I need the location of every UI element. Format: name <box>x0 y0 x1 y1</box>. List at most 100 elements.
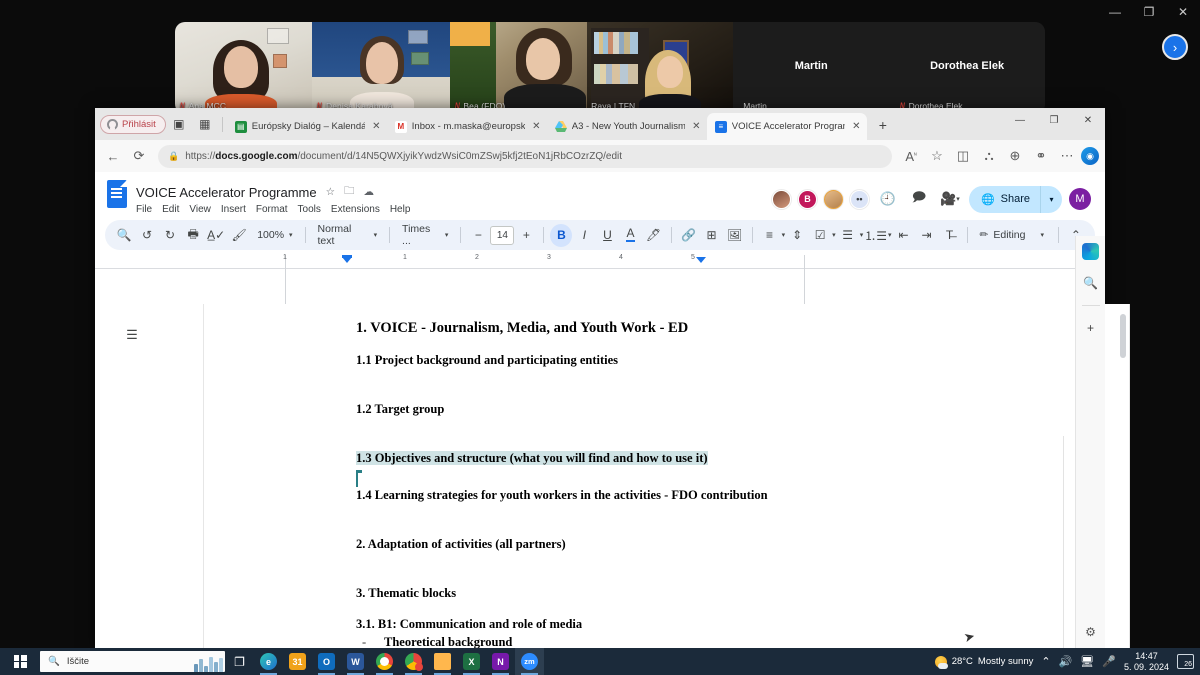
browser-tab[interactable]: M Inbox - m.maska@europskydialog ✕ <box>387 113 547 140</box>
tab-close-icon[interactable]: ✕ <box>370 121 383 132</box>
menu-format[interactable]: Format <box>256 204 288 215</box>
search-input[interactable]: 🔍 Iščite <box>40 651 225 672</box>
menu-insert[interactable]: Insert <box>221 204 246 215</box>
menu-tools[interactable]: Tools <box>298 204 321 215</box>
tab-copilot-icon[interactable]: ▣ <box>166 111 192 137</box>
align-left-icon[interactable]: ≡ <box>759 224 781 247</box>
task-view-icon[interactable]: ❐ <box>225 648 254 675</box>
zoom-close-button[interactable]: ✕ <box>1166 0 1200 24</box>
redo-icon[interactable]: ↻ <box>159 224 181 247</box>
search-icon[interactable]: 🔍 <box>113 224 135 247</box>
insert-image-icon[interactable]: 🖼 <box>724 224 746 247</box>
favorite-star-icon[interactable]: ☆ <box>925 144 949 168</box>
browser-tab[interactable]: A3 - New Youth Journalism Accele ✕ <box>547 113 707 140</box>
decrease-indent-icon[interactable]: ⇤ <box>893 224 915 247</box>
read-aloud-icon[interactable]: Aᴺ <box>899 144 923 168</box>
settings-gear-icon[interactable]: ⚙ <box>1085 625 1096 639</box>
collections-icon[interactable]: ⛬ <box>977 144 1001 168</box>
browser-close-button[interactable]: ✕ <box>1071 108 1105 132</box>
editing-mode-dropdown[interactable]: ✏ Editing <box>974 224 1032 247</box>
menu-file[interactable]: File <box>136 204 152 215</box>
checklist-icon[interactable]: ☑ <box>809 224 831 247</box>
address-bar[interactable]: 🔒 https://docs.google.com/document/d/14N… <box>158 144 892 168</box>
chrome-taskbar-icon[interactable] <box>370 648 399 675</box>
undo-icon[interactable]: ↺ <box>136 224 158 247</box>
tab-close-icon[interactable]: ✕ <box>530 121 543 132</box>
participant-tile[interactable]: N Denisa Karabová <box>312 22 450 114</box>
meet-camera-icon[interactable]: 🎥 ▾ <box>938 187 962 211</box>
weather-widget[interactable]: 28°C Mostly sunny <box>934 655 1033 669</box>
notification-center-icon[interactable]: 26 <box>1177 654 1194 669</box>
browser-maximize-button[interactable]: ❐ <box>1037 108 1071 132</box>
excel-taskbar-icon[interactable]: X <box>457 648 486 675</box>
participant-tile-active-speaker[interactable]: Raya | TFN <box>587 22 734 114</box>
filmstrip-next-button[interactable]: › <box>1162 34 1188 60</box>
text-color-button[interactable]: A <box>619 224 641 247</box>
tab-actions-icon[interactable]: ▦ <box>192 111 218 137</box>
browser-essentials-icon[interactable]: ⊕ <box>1003 144 1027 168</box>
extensions-icon[interactable]: ⚭ <box>1029 144 1053 168</box>
file-explorer-taskbar-icon[interactable] <box>428 648 457 675</box>
font-family-dropdown[interactable]: Times ... ▾ <box>396 223 454 247</box>
reload-button[interactable]: ⟳ <box>127 144 151 168</box>
menu-edit[interactable]: Edit <box>162 204 179 215</box>
account-avatar[interactable]: M <box>1069 188 1091 210</box>
calendar-taskbar-icon[interactable]: 31 <box>283 648 312 675</box>
share-button[interactable]: 🌐 Share <box>968 185 1040 213</box>
star-icon[interactable]: ☆ <box>326 186 335 198</box>
add-comment-icon[interactable]: ⊞ <box>701 224 723 247</box>
zoom-minimize-button[interactable]: — <box>1098 0 1132 24</box>
browser-tab[interactable]: ▤ Európsky Dialóg – Kalendář - září ✕ <box>227 113 387 140</box>
collaborator-avatar-1[interactable] <box>771 189 791 209</box>
participant-tile-no-video[interactable]: Dorothea Elek N Dorothea Elek <box>889 22 1045 114</box>
line-spacing-icon[interactable]: ⇕ <box>786 224 808 247</box>
zoom-taskbar-icon[interactable]: zm <box>515 648 544 675</box>
browser-minimize-button[interactable]: — <box>1003 108 1037 132</box>
windows-start-icon[interactable] <box>0 655 40 668</box>
microphone-icon[interactable]: 🎤 <box>1102 655 1116 668</box>
add-sidebar-icon[interactable]: + <box>1081 318 1101 338</box>
zoom-level-dropdown[interactable]: 100% ▾ <box>251 224 298 247</box>
participant-tile-no-video[interactable]: Martin Martin <box>733 22 890 114</box>
document-scrollbar[interactable] <box>1120 314 1126 358</box>
word-taskbar-icon[interactable]: W <box>341 648 370 675</box>
highlight-pen-icon[interactable]: 🖊 <box>643 224 665 247</box>
collaborator-avatar-3[interactable] <box>823 189 843 209</box>
settings-more-icon[interactable]: ⋯ <box>1055 144 1079 168</box>
network-icon[interactable]: 🖥 <box>1080 655 1094 668</box>
paint-format-icon[interactable]: 🖌 <box>228 224 250 247</box>
document-title[interactable]: VOICE Accelerator Programme <box>136 185 317 200</box>
collaborator-avatar-2[interactable]: B <box>797 189 817 209</box>
decrease-font-size-button[interactable]: − <box>467 224 489 247</box>
collaborator-avatar-more[interactable]: •• <box>849 189 869 209</box>
share-dropdown-caret[interactable]: ▾ <box>1040 185 1062 213</box>
spellcheck-icon[interactable]: A̲✓ <box>205 224 227 247</box>
bold-button[interactable]: B <box>550 223 573 247</box>
italic-button[interactable]: I <box>573 224 595 247</box>
outlook-taskbar-icon[interactable]: O <box>312 648 341 675</box>
back-button[interactable]: ← <box>101 144 125 168</box>
document-page[interactable]: 1. VOICE - Journalism, Media, and Youth … <box>203 304 1130 675</box>
onenote-taskbar-icon[interactable]: N <box>486 648 515 675</box>
document-canvas[interactable]: ☰ 1. VOICE - Journalism, Media, and Yout… <box>95 304 1130 675</box>
document-outline-icon[interactable]: ☰ <box>121 324 143 346</box>
edge-taskbar-icon[interactable]: e <box>254 648 283 675</box>
volume-icon[interactable]: 🔊 <box>1059 655 1073 668</box>
version-history-icon[interactable]: 🕘 <box>876 187 900 211</box>
new-tab-button[interactable]: + <box>872 114 894 136</box>
menu-view[interactable]: View <box>189 204 211 215</box>
edge-profile-avatar[interactable]: ◉ <box>1081 147 1099 165</box>
increase-font-size-button[interactable]: + <box>515 224 537 247</box>
browser-tab-active[interactable]: ≡ VOICE Accelerator Programme - G ✕ <box>706 113 867 140</box>
chrome-kids-taskbar-icon[interactable] <box>399 648 428 675</box>
clear-formatting-icon[interactable]: T̶ <box>939 224 961 247</box>
participant-tile[interactable]: N Bea (FDO) <box>449 22 588 114</box>
numbered-list-icon[interactable]: ⒈☰ <box>864 224 887 247</box>
participant-tile[interactable]: N Ana MCC <box>175 22 313 114</box>
show-hidden-icons-chevron[interactable]: ⌃ <box>1041 655 1050 668</box>
tab-close-icon[interactable]: ✕ <box>690 121 703 132</box>
copilot-icon[interactable] <box>1081 241 1101 261</box>
site-info-lock-icon[interactable]: 🔒 <box>168 151 179 162</box>
print-icon[interactable]: 🖶 <box>182 224 204 247</box>
document-ruler[interactable]: 1 1 2 3 4 5 <box>95 254 1105 649</box>
